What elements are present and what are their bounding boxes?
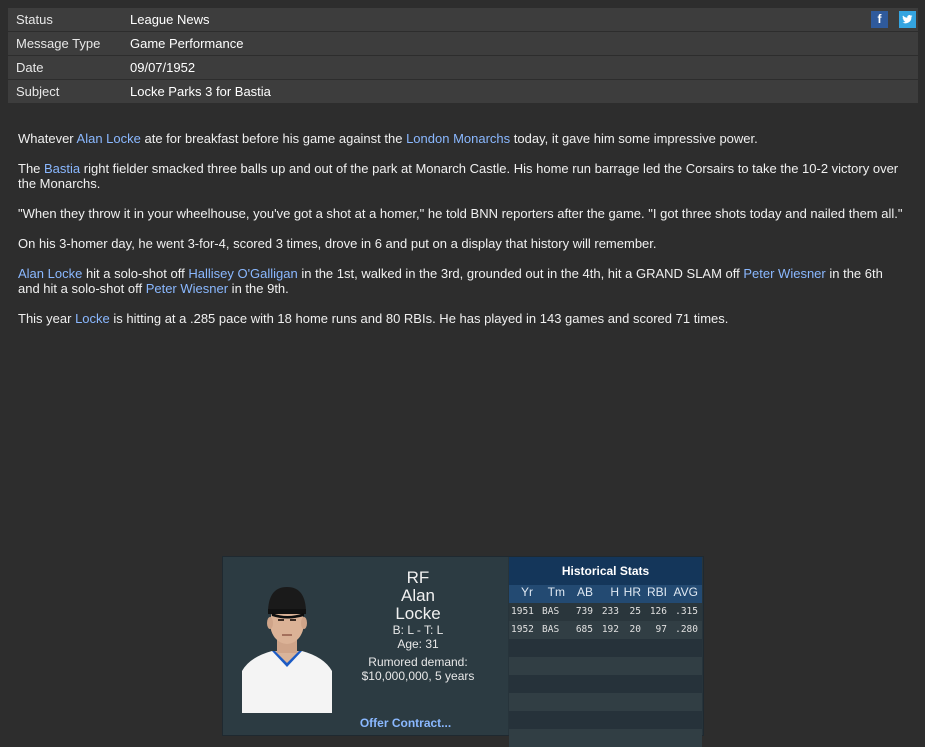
- player-position: RF: [406, 568, 430, 587]
- twitter-bird-glyph: [902, 15, 913, 24]
- player-link[interactable]: Peter Wiesner: [146, 281, 228, 296]
- stats-col-header: RBI: [646, 585, 667, 599]
- bats-throws: B: L - T: L: [392, 623, 444, 637]
- stats-row-empty: [509, 693, 702, 711]
- stats-cell: BAS: [542, 606, 560, 617]
- player-link[interactable]: Alan Locke: [77, 131, 141, 146]
- stats-title: Historical Stats: [509, 557, 702, 585]
- stats-row-empty: [509, 657, 702, 675]
- player-info: RF Alan Locke B: L - T: L Age: 31 Rumore…: [348, 568, 488, 684]
- text: ate for breakfast before his game agains…: [140, 131, 407, 146]
- stats-row-empty: [509, 711, 702, 729]
- header-label: Subject: [16, 84, 60, 99]
- header-label: Message Type: [16, 36, 101, 51]
- player-first-name: Alan: [400, 586, 436, 605]
- header-row-date: Date 09/07/1952: [8, 56, 918, 79]
- article-paragraph: "When they throw it in your wheelhouse, …: [18, 206, 903, 221]
- player-last-name: Locke: [395, 604, 441, 623]
- article-paragraph: On his 3-homer day, he went 3-for-4, sco…: [18, 236, 657, 251]
- stats-cell: 739: [575, 606, 593, 617]
- stats-cell: .315: [675, 606, 698, 617]
- stats-cell: BAS: [542, 624, 560, 635]
- header-label: Date: [16, 60, 44, 75]
- stats-cell: 25: [629, 606, 641, 617]
- header-value: Game Performance: [130, 36, 244, 51]
- header-value: League News: [130, 12, 210, 27]
- team-link[interactable]: London Monarchs: [406, 131, 510, 146]
- player-age: Age: 31: [397, 637, 439, 651]
- article-paragraph: Alan Locke hit a solo-shot off Hallisey …: [18, 266, 903, 296]
- stats-col-header: Yr: [521, 585, 533, 599]
- stats-cell: 685: [575, 624, 593, 635]
- stats-row: 1951 BAS 739 233 25 126 .315: [509, 603, 702, 621]
- stats-col-header: AB: [576, 585, 593, 599]
- text: This year: [18, 311, 76, 326]
- header-value: Locke Parks 3 for Bastia: [130, 84, 271, 99]
- demand-value: $10,000,000, 5 years: [361, 669, 475, 683]
- stats-col-header: AVG: [673, 585, 698, 599]
- header-row-subject: Subject Locke Parks 3 for Bastia: [8, 80, 918, 103]
- text: in the 1st, walked in the 3rd, grounded …: [297, 266, 744, 281]
- text: Whatever: [18, 131, 77, 146]
- player-link[interactable]: Alan Locke: [18, 266, 82, 281]
- offer-contract-button[interactable]: Offer Contract...: [323, 716, 488, 730]
- stats-row: 1952 BAS 685 192 20 97 .280: [509, 621, 702, 639]
- article-paragraph: The Bastia right fielder smacked three b…: [18, 161, 903, 191]
- text: right fielder smacked three balls up and…: [18, 161, 899, 191]
- stats-col-header: H: [610, 585, 619, 599]
- stats-row-empty: [509, 729, 702, 747]
- text: is hitting at a .285 pace with 18 home r…: [109, 311, 729, 326]
- header-row-message-type: Message Type Game Performance: [8, 32, 918, 55]
- article-paragraph: This year Locke is hitting at a .285 pac…: [18, 311, 903, 326]
- text: in the 9th.: [228, 281, 289, 296]
- stats-cell: 1951: [511, 606, 534, 617]
- player-card: RF Alan Locke B: L - T: L Age: 31 Rumore…: [222, 556, 704, 747]
- stats-col-header: Tm: [547, 585, 565, 599]
- team-link[interactable]: Bastia: [44, 161, 80, 176]
- text: today, it gave him some impressive power…: [510, 131, 758, 146]
- text: hit a solo-shot off: [82, 266, 189, 281]
- article-body: Whatever Alan Locke ate for breakfast be…: [18, 131, 903, 341]
- player-link[interactable]: Hallisey O'Galligan: [188, 266, 297, 281]
- facebook-icon[interactable]: f: [871, 11, 888, 28]
- demand-label: Rumored demand:: [368, 655, 468, 669]
- stats-cell: .280: [675, 624, 698, 635]
- stats-cell: 20: [629, 624, 641, 635]
- text: The: [18, 161, 45, 176]
- header-label: Status: [16, 12, 53, 27]
- stats-col-header: HR: [623, 585, 641, 599]
- header-value: 09/07/1952: [130, 60, 196, 75]
- stats-row-empty: [509, 639, 702, 657]
- player-photo[interactable]: [242, 579, 332, 713]
- article-paragraph: Whatever Alan Locke ate for breakfast be…: [18, 131, 903, 146]
- stats-cell: 97: [655, 624, 667, 635]
- header-row-status: Status League News f: [8, 8, 918, 31]
- stats-row-empty: [509, 675, 702, 693]
- player-link[interactable]: Peter Wiesner: [743, 266, 825, 281]
- stats-cell: 192: [601, 624, 619, 635]
- player-card-info: RF Alan Locke B: L - T: L Age: 31 Rumore…: [223, 557, 508, 735]
- stats-cell: 1952: [511, 624, 534, 635]
- stats-cell: 126: [649, 606, 667, 617]
- message-header: Status League News f Message Type Game P…: [8, 8, 918, 104]
- historical-stats: Historical Stats Yr Tm AB H HR RBI AVG 1…: [509, 557, 702, 747]
- stats-header-row: Yr Tm AB H HR RBI AVG: [509, 585, 702, 603]
- stats-cell: 233: [601, 606, 619, 617]
- twitter-icon[interactable]: [899, 11, 916, 28]
- player-link[interactable]: Locke: [75, 311, 110, 326]
